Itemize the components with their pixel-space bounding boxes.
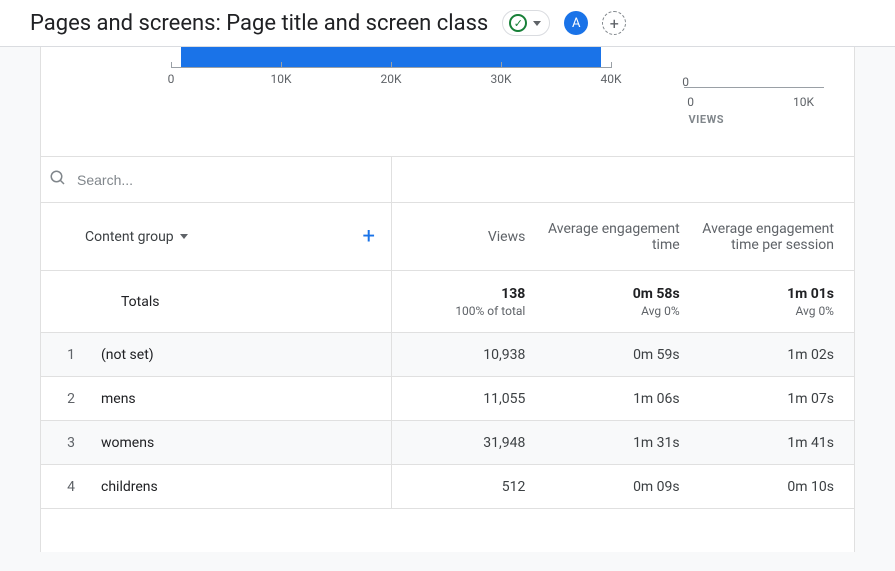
search-row xyxy=(41,157,854,203)
totals-value: 1m 01s xyxy=(700,286,834,302)
dimension-selector[interactable]: Content group xyxy=(85,229,188,245)
row-index: 2 xyxy=(41,391,101,407)
row-label: womens xyxy=(101,435,391,451)
search-input[interactable] xyxy=(75,171,854,189)
totals-label: Totals xyxy=(41,294,391,310)
metric-header[interactable]: Views xyxy=(391,219,545,255)
check-circle-icon: ✓ xyxy=(509,14,527,32)
cell: 512 xyxy=(391,479,545,495)
add-dimension-button[interactable]: + xyxy=(363,224,375,249)
row-label: mens xyxy=(101,391,391,407)
mini-axis-title: VIEWS xyxy=(689,113,725,126)
table-row[interactable]: 4childrens5120m 09s0m 10s xyxy=(41,465,854,509)
cell: 1m 06s xyxy=(545,391,699,407)
row-index: 3 xyxy=(41,435,101,451)
table-row[interactable]: 1(not set)10,9380m 59s1m 02s xyxy=(41,333,854,377)
page-title: Pages and screens: Page title and screen… xyxy=(30,11,488,36)
totals-value: 0m 58s xyxy=(545,286,679,302)
x-tick: 0 xyxy=(168,72,175,86)
cell: 0m 10s xyxy=(700,479,854,495)
cell: 1m 31s xyxy=(545,435,699,451)
cell: 10,938 xyxy=(391,347,545,363)
search-icon xyxy=(45,169,75,191)
mini-x-tick: 10K xyxy=(793,95,814,109)
table-row[interactable]: 3womens31,9481m 31s1m 41s xyxy=(41,421,854,465)
cell: 1m 02s xyxy=(700,347,854,363)
row-index: 4 xyxy=(41,479,101,495)
metric-header[interactable]: Average engagement time xyxy=(545,211,699,263)
segment-avatar[interactable]: A xyxy=(564,11,588,35)
totals-value: 138 xyxy=(391,286,525,302)
totals-row: Totals 138 100% of total 0m 58s Avg 0% 1… xyxy=(41,271,854,333)
chart-area: 0 10K 20K 30K 40K 0 0 10K VIEWS xyxy=(41,47,854,157)
mini-x-tick: 0 xyxy=(687,95,694,109)
data-table: Content group + Views Average engagement… xyxy=(41,203,854,509)
totals-sub: Avg 0% xyxy=(545,304,679,318)
cell: 0m 09s xyxy=(545,479,699,495)
row-index: 1 xyxy=(41,347,101,363)
x-tick: 20K xyxy=(380,72,401,86)
table-row[interactable]: 2mens11,0551m 06s1m 07s xyxy=(41,377,854,421)
cell: 1m 41s xyxy=(700,435,854,451)
cell: 0m 59s xyxy=(545,347,699,363)
x-tick: 40K xyxy=(600,72,621,86)
x-tick: 10K xyxy=(270,72,291,86)
cell: 1m 07s xyxy=(700,391,854,407)
add-comparison-button[interactable]: + xyxy=(602,11,626,35)
dimension-label: Content group xyxy=(85,229,174,245)
report-panel: 0 10K 20K 30K 40K 0 0 10K VIEWS Content … xyxy=(40,47,855,552)
header-bar: Pages and screens: Page title and screen… xyxy=(0,0,895,47)
table-header-row: Content group + Views Average engagement… xyxy=(41,203,854,271)
chevron-down-icon xyxy=(180,234,188,239)
totals-sub: 100% of total xyxy=(391,304,525,318)
cell: 11,055 xyxy=(391,391,545,407)
metric-header[interactable]: Average engagement time per session xyxy=(700,211,854,263)
totals-sub: Avg 0% xyxy=(700,304,834,318)
x-axis: 0 10K 20K 30K 40K xyxy=(171,67,611,68)
status-dropdown[interactable]: ✓ xyxy=(502,10,550,36)
row-label: childrens xyxy=(101,479,391,495)
cell: 31,948 xyxy=(391,435,545,451)
x-tick: 30K xyxy=(490,72,511,86)
row-label: (not set) xyxy=(101,347,391,363)
chevron-down-icon xyxy=(533,21,541,26)
